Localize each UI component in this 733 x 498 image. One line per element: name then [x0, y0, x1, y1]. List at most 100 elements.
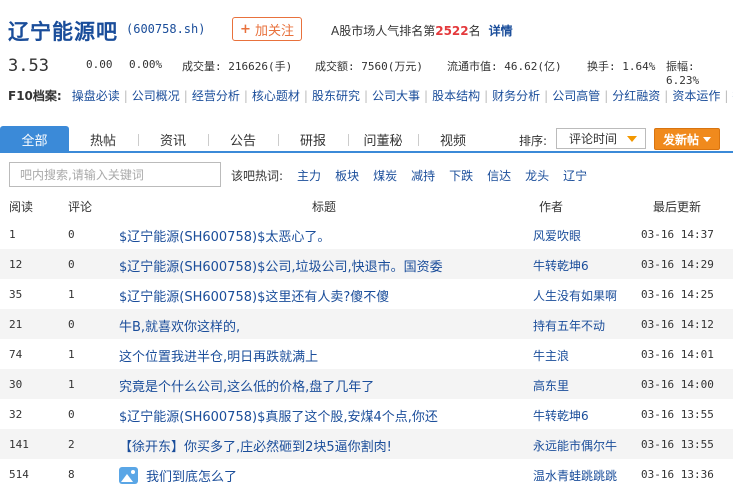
plus-icon: +	[240, 21, 251, 37]
rank-suffix: 名	[468, 24, 481, 38]
table-row: 74 1 这个位置我进半仓,明日再跌就满上 牛主浪 03-16 14:01	[0, 339, 733, 369]
stock-price: 3.53	[8, 56, 49, 76]
tab-hot[interactable]: 热帖	[72, 126, 134, 153]
read-count: 1	[9, 228, 16, 241]
bar-title: 辽宁能源吧	[8, 20, 118, 44]
hot-word-link[interactable]: 信达	[487, 169, 511, 183]
comment-count: 1	[68, 378, 75, 391]
f10-label: F10档案:	[8, 89, 62, 103]
col-comment: 评论	[68, 200, 93, 214]
post-title-text: 我们到底怎么了	[146, 470, 238, 485]
author-link[interactable]: 人生没有如果啊	[533, 287, 617, 304]
author-link[interactable]: 持有五年不动	[533, 317, 605, 334]
read-count: 514	[9, 468, 29, 481]
last-updated: 03-16 13:55	[641, 408, 714, 421]
comment-count: 8	[68, 468, 75, 481]
hot-word-link[interactable]: 下跌	[449, 169, 473, 183]
table-row: 12 0 $辽宁能源(SH600758)$公司,垃圾公司,快退市。国资委 牛转乾…	[0, 249, 733, 279]
hot-word-link[interactable]: 减持	[411, 169, 435, 183]
last-updated: 03-16 14:29	[641, 258, 714, 271]
post-title-link[interactable]: $辽宁能源(SH600758)$公司,垃圾公司,快退市。国资委	[119, 256, 443, 275]
post-title-link[interactable]: $辽宁能源(SH600758)$太恶心了。	[119, 226, 330, 245]
f10-link[interactable]: 操盘必读	[72, 89, 120, 103]
follow-button[interactable]: + 加关注	[232, 17, 302, 41]
post-table-header: 阅读 评论 标题 作者 最后更新	[0, 195, 733, 217]
last-updated: 03-16 13:36	[641, 468, 714, 481]
comment-count: 1	[68, 348, 75, 361]
tab-news[interactable]: 资讯	[142, 126, 204, 153]
author-link[interactable]: 高东里	[533, 377, 569, 394]
last-updated: 03-16 14:01	[641, 348, 714, 361]
tab-reports[interactable]: 研报	[282, 126, 344, 153]
sort-label: 排序:	[519, 134, 548, 148]
hot-word-link[interactable]: 辽宁	[563, 169, 587, 183]
amplitude: 振幅: 6.23%	[666, 60, 700, 87]
post-title-link[interactable]: $辽宁能源(SH600758)$这里还有人卖?傻不傻	[119, 286, 389, 305]
f10-link[interactable]: 资本运作	[672, 89, 720, 103]
post-title-link[interactable]: 牛B,就喜欢你这样的,	[119, 316, 240, 335]
post-title-link[interactable]: 究竟是个什么公司,这么低的价格,盘了几年了	[119, 376, 374, 395]
f10-link[interactable]: 公司概况	[132, 89, 180, 103]
read-count: 12	[9, 258, 23, 271]
table-row: 141 2 【徐开东】你买多了,庄必然砸到2块5逼你割肉! 永远能市偶尔牛 03…	[0, 429, 733, 459]
last-updated: 03-16 14:00	[641, 378, 714, 391]
f10-archive-bar: F10档案: 操盘必读 | 公司概况 | 经营分析 | 核心题材 | 股东研究 | 公司大事 | 股本结构…	[8, 87, 733, 104]
price-change: 0.00	[86, 58, 113, 71]
col-read: 阅读	[9, 200, 34, 214]
col-author: 作者	[539, 200, 564, 214]
bar-search-input[interactable]	[9, 162, 221, 187]
post-title-link[interactable]: $辽宁能源(SH600758)$真服了这个股,安煤4个点,你还	[119, 406, 438, 425]
table-row: 1 0 $辽宁能源(SH600758)$太恶心了。 风爱吹眼 03-16 14:…	[0, 219, 733, 249]
tab-announcements[interactable]: 公告	[212, 126, 274, 153]
tab-all[interactable]: 全部	[0, 126, 69, 153]
hot-word-link[interactable]: 龙头	[525, 169, 549, 183]
hot-word-link[interactable]: 板块	[335, 169, 359, 183]
post-title-link[interactable]: 这个位置我进半仓,明日再跌就满上	[119, 346, 318, 365]
follow-label: 加关注	[254, 23, 294, 39]
table-row: 21 0 牛B,就喜欢你这样的, 持有五年不动 03-16 14:12	[0, 309, 733, 339]
read-count: 32	[9, 408, 23, 421]
comment-count: 1	[68, 288, 75, 301]
hot-word-link[interactable]: 煤炭	[373, 169, 397, 183]
author-link[interactable]: 牛转乾坤6	[533, 407, 589, 424]
author-link[interactable]: 风爱吹眼	[533, 227, 581, 244]
author-link[interactable]: 永远能市偶尔牛	[533, 437, 617, 454]
last-updated: 03-16 14:12	[641, 318, 714, 331]
read-count: 74	[9, 348, 23, 361]
comment-count: 2	[68, 438, 75, 451]
read-count: 35	[9, 288, 23, 301]
comment-count: 0	[68, 318, 75, 331]
table-row: 32 0 $辽宁能源(SH600758)$真服了这个股,安煤4个点,你还 牛转乾…	[0, 399, 733, 429]
tab-video[interactable]: 视频	[422, 126, 484, 153]
read-count: 141	[9, 438, 29, 451]
f10-link[interactable]: 分红融资	[612, 89, 660, 103]
rank-detail-link[interactable]: 详情	[489, 24, 513, 38]
f10-link[interactable]: 股本结构	[432, 89, 480, 103]
rank-value: 2522	[435, 24, 469, 38]
post-title-link[interactable]: 【徐开东】你买多了,庄必然砸到2块5逼你割肉!	[119, 436, 392, 455]
f10-link[interactable]: 公司大事	[372, 89, 420, 103]
col-title: 标题	[312, 200, 337, 214]
last-updated: 03-16 14:37	[641, 228, 714, 241]
col-updated: 最后更新	[653, 200, 702, 214]
f10-link[interactable]: 财务分析	[492, 89, 540, 103]
hot-word-link[interactable]: 主力	[297, 169, 321, 183]
f10-link[interactable]: 股东研究	[312, 89, 360, 103]
f10-link[interactable]: 公司高管	[552, 89, 600, 103]
author-link[interactable]: 牛主浪	[533, 347, 569, 364]
image-icon	[119, 467, 138, 484]
author-link[interactable]: 牛转乾坤6	[533, 257, 589, 274]
f10-link[interactable]: 经营分析	[192, 89, 240, 103]
last-updated: 03-16 14:25	[641, 288, 714, 301]
tab-bar: 全部 热帖 资讯 公告 研报 问董秘 视频 排序: 评论时间 发新帖	[0, 126, 733, 153]
market-cap: 流通市值: 46.62(亿)	[447, 60, 562, 73]
comment-count: 0	[68, 228, 75, 241]
sort-select[interactable]: 评论时间	[556, 128, 646, 149]
post-title-link[interactable]: 我们到底怎么了	[119, 466, 237, 485]
author-link[interactable]: 温水青蛙跳跳跳	[533, 467, 617, 484]
read-count: 21	[9, 318, 23, 331]
f10-link[interactable]: 核心题材	[252, 89, 300, 103]
chevron-down-icon	[627, 136, 637, 142]
new-post-button[interactable]: 发新帖	[654, 128, 720, 150]
tab-ask-secretary[interactable]: 问董秘	[352, 126, 414, 153]
